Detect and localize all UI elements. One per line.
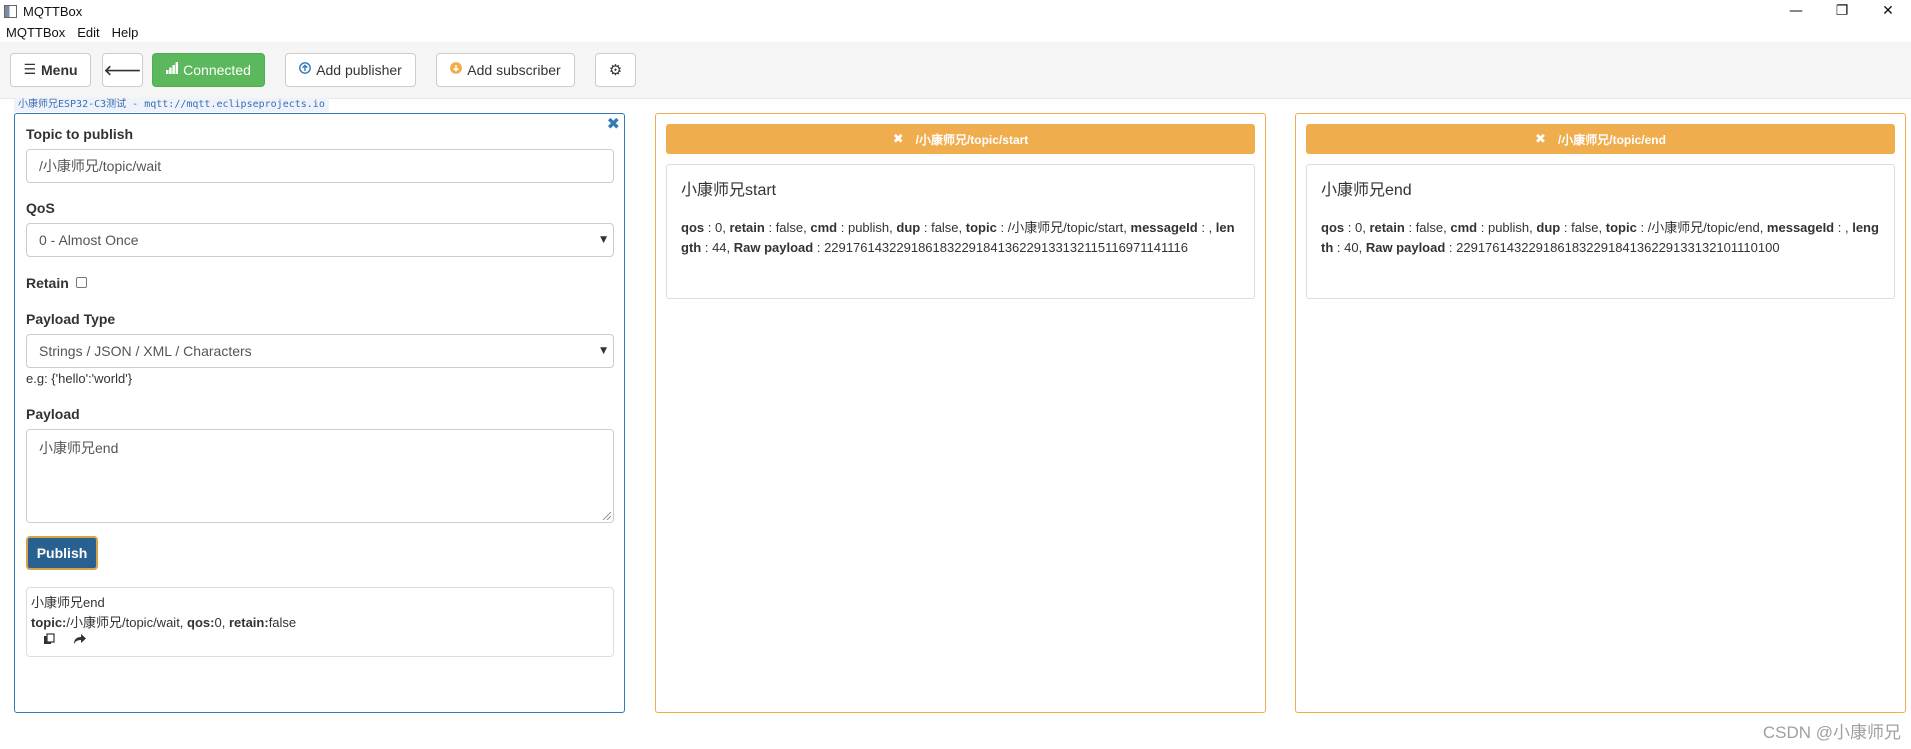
history-meta: topic:/小康师兄/topic/wait, qos:0, retain:fa… xyxy=(31,613,609,633)
connected-button[interactable]: Connected xyxy=(152,53,265,87)
retain-checkbox[interactable] xyxy=(76,277,87,288)
menu-bar: MQTTBox Edit Help xyxy=(0,22,1911,43)
meta-topic: /小康师兄/topic/start xyxy=(1007,220,1124,235)
publisher-panel: ✖ Topic to publish /小康师兄/topic/wait QoS … xyxy=(14,113,625,713)
add-subscriber-label: Add subscriber xyxy=(467,62,561,78)
message-card: 小康师兄end qos : 0, retain : false, cmd : p… xyxy=(1306,164,1895,299)
meta-length: 40 xyxy=(1344,240,1359,255)
close-publisher-icon[interactable]: ✖ xyxy=(607,114,620,133)
gear-icon: ⚙ xyxy=(608,61,623,79)
meta-qos: 0 xyxy=(1354,220,1363,235)
subscriber-topic: /小康师兄/topic/start xyxy=(915,132,1029,147)
qos-select[interactable]: 0 - Almost Once ▼ xyxy=(26,223,614,257)
history-actions xyxy=(43,633,609,648)
payload-value: 小康师兄end xyxy=(39,440,119,456)
connection-tag: 小康师兄ESP32-C3测试 - mqtt://mqtt.eclipseproj… xyxy=(14,98,329,112)
meta-retain: false xyxy=(1415,220,1444,235)
add-subscriber-button[interactable]: Add subscriber xyxy=(436,53,575,87)
qos-select-value: 0 - Almost Once xyxy=(39,232,139,248)
subscriber-header: ✖ /小康师兄/topic/start xyxy=(666,124,1255,154)
close-subscriber-icon[interactable]: ✖ xyxy=(893,132,904,147)
back-button[interactable]: 🡐 xyxy=(102,53,143,87)
arrow-circle-up-icon xyxy=(299,62,312,78)
retain-label: Retain xyxy=(26,275,69,291)
add-publisher-label: Add publisher xyxy=(316,62,402,78)
meta-topic: /小康师兄/topic/end xyxy=(1647,220,1760,235)
meta-qos: 0 xyxy=(714,220,723,235)
settings-button[interactable]: ⚙ xyxy=(595,53,636,87)
add-publisher-button[interactable]: Add publisher xyxy=(285,53,416,87)
menu-help[interactable]: Help xyxy=(106,25,145,40)
resize-grip-icon[interactable] xyxy=(603,512,611,520)
mqttbox-window: MQTTBox — ❐ ✕ MQTTBox Edit Help ☰ Menu 🡐… xyxy=(0,0,1911,749)
meta-dup: false xyxy=(931,220,959,235)
meta-raw-payload: 2291761432291861832291841362291331321011… xyxy=(1456,240,1780,255)
minimize-button[interactable]: — xyxy=(1773,0,1819,22)
message-meta: qos : 0, retain : false, cmd : publish, … xyxy=(1321,220,1879,255)
app-icon xyxy=(4,4,17,18)
restore-button[interactable]: ❐ xyxy=(1819,0,1865,22)
arrow-left-icon: 🡐 xyxy=(103,62,142,79)
meta-dup: false xyxy=(1571,220,1599,235)
menu-edit[interactable]: Edit xyxy=(71,25,105,40)
topic-input-value: /小康师兄/topic/wait xyxy=(39,158,162,174)
payload-textarea[interactable]: 小康师兄end xyxy=(26,429,614,523)
subscriber-panel: ✖ /小康师兄/topic/start 小康师兄start qos : 0, r… xyxy=(655,113,1266,713)
caret-down-icon: ▼ xyxy=(600,346,607,356)
history-qos-key: qos: xyxy=(187,615,215,630)
hamburger-icon: ☰ xyxy=(23,62,36,78)
menu-mqttbox[interactable]: MQTTBox xyxy=(0,25,71,40)
topic-label: Topic to publish xyxy=(26,126,134,142)
caret-down-icon: ▼ xyxy=(600,235,607,245)
payload-type-select[interactable]: Strings / JSON / XML / Characters ▼ xyxy=(26,334,614,368)
republish-icon[interactable] xyxy=(73,633,87,648)
history-topic-key: topic: xyxy=(31,615,67,630)
subscriber-panel: ✖ /小康师兄/topic/end 小康师兄end qos : 0, retai… xyxy=(1295,113,1906,713)
menu-button-label: Menu xyxy=(41,62,78,78)
title-bar: MQTTBox — ❐ ✕ xyxy=(0,0,1911,22)
menu-button[interactable]: ☰ Menu xyxy=(10,53,91,87)
window-controls: — ❐ ✕ xyxy=(1773,0,1911,22)
meta-cmd: publish xyxy=(847,220,890,235)
toolbar: ☰ Menu 🡐 Connected Add publisher Add sub… xyxy=(0,43,1911,99)
payload-type-value: Strings / JSON / XML / Characters xyxy=(39,343,252,359)
payload-label: Payload xyxy=(26,406,80,422)
history-topic-value: /小康师兄/topic/wait, xyxy=(66,615,188,630)
history-retain-value: false xyxy=(268,615,297,630)
meta-cmd: publish xyxy=(1487,220,1530,235)
payload-type-label: Payload Type xyxy=(26,311,116,327)
signal-icon xyxy=(166,62,179,78)
published-message-history: 小康师兄end topic:/小康师兄/topic/wait, qos:0, r… xyxy=(26,587,614,657)
subscriber-topic: /小康师兄/topic/end xyxy=(1557,132,1666,147)
publish-button[interactable]: Publish xyxy=(26,536,98,570)
history-payload: 小康师兄end xyxy=(31,595,105,610)
window-title: MQTTBox xyxy=(23,3,83,19)
message-card: 小康师兄start qos : 0, retain : false, cmd :… xyxy=(666,164,1255,299)
message-payload: 小康师兄end xyxy=(1321,182,1412,199)
close-button[interactable]: ✕ xyxy=(1865,0,1911,22)
message-payload: 小康师兄start xyxy=(681,182,777,199)
subscriber-header: ✖ /小康师兄/topic/end xyxy=(1306,124,1895,154)
qos-label: QoS xyxy=(26,200,55,216)
meta-length: 44 xyxy=(712,240,727,255)
close-subscriber-icon[interactable]: ✖ xyxy=(1535,132,1546,147)
arrow-circle-down-icon xyxy=(450,62,463,78)
connected-label: Connected xyxy=(183,62,251,78)
copy-icon[interactable] xyxy=(43,633,55,648)
meta-raw-payload: 2291761432291861832291841362291331321151… xyxy=(824,240,1188,255)
meta-retain: false xyxy=(775,220,804,235)
history-qos-value: 0, xyxy=(214,615,229,630)
message-meta: qos : 0, retain : false, cmd : publish, … xyxy=(681,220,1235,255)
topic-input[interactable]: /小康师兄/topic/wait xyxy=(26,149,614,183)
watermark: CSDN @小康师兄 xyxy=(1762,723,1901,742)
history-retain-key: retain: xyxy=(228,615,269,630)
payload-type-hint: e.g: {'hello':'world'} xyxy=(26,371,133,386)
